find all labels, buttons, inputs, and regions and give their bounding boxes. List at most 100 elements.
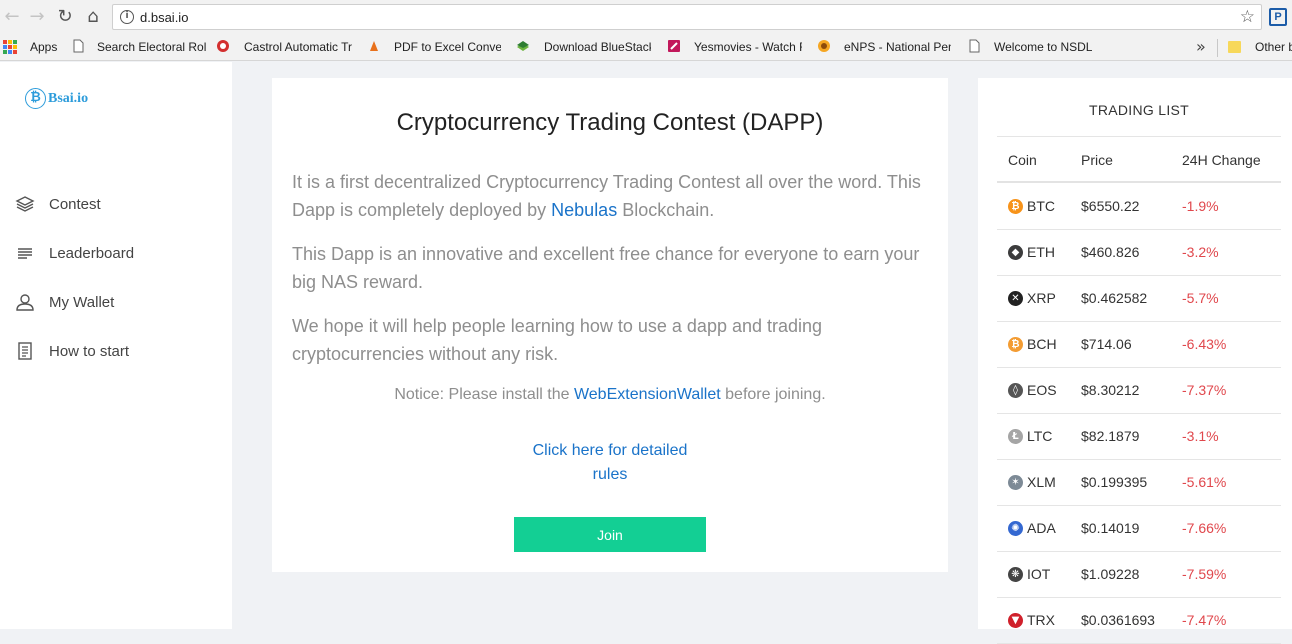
table-row[interactable]: ◊ EOS $8.30212 -7.37% [997,368,1281,414]
column-header-change: 24H Change [1182,152,1261,168]
bookmark-castrol[interactable]: Castrol Automatic Tr [244,40,352,54]
coin-symbol: LTC [1027,428,1053,444]
column-header-coin: Coin [1008,152,1037,168]
notice-prefix: Notice: Please install the [394,386,574,403]
bookmark-yesmovies[interactable]: Yesmovies - Watch F [694,40,802,54]
table-row[interactable]: ❋ IOT $1.09228 -7.59% [997,552,1281,598]
yesmovies-icon [668,40,680,52]
bookmarks-bar: Apps Search Electoral Roll Castrol Autom… [0,34,1292,61]
trading-list-title: TRADING LIST [1088,102,1190,118]
table-row[interactable]: Ł LTC $82.1879 -3.1% [997,414,1281,460]
bookmark-pdf-excel[interactable]: PDF to Excel Conver [394,40,501,54]
bookmark-enps[interactable]: eNPS - National Pen [844,40,951,54]
table-row[interactable]: ✺ ADA $0.14019 -7.66% [997,506,1281,552]
sidebar-item-my-wallet[interactable]: My Wallet [14,289,214,315]
stellar-icon: ✶ [1008,475,1023,490]
coin-change: -7.37% [1182,382,1227,398]
logo-text: Bsai.io [48,90,89,106]
coin-symbol: BCH [1027,336,1057,352]
nebulas-link[interactable]: Nebulas [551,200,617,220]
coin-symbol: ETH [1027,244,1055,260]
iota-icon: ❋ [1008,567,1023,582]
coin-change: -6.43% [1182,336,1227,352]
bookmark-other[interactable]: Other b [1255,40,1292,54]
coin-symbol: BTC [1027,198,1055,214]
pdf-icon [370,41,378,51]
notice-text: Notice: Please install the WebExtensionW… [272,386,948,404]
coin-price: $0.14019 [1081,520,1140,536]
sidebar: ₿ Bsai.io Contest Leaderboard My Wallet … [0,62,232,629]
extension-icon[interactable]: P [1269,8,1287,26]
table-row[interactable]: ₿ BTC $6550.22 -1.9% [997,184,1281,230]
coin-symbol: TRX [1027,612,1055,628]
back-icon[interactable]: ← [2,7,22,27]
sidebar-item-label: How to start [49,342,130,360]
coin-symbol: XLM [1027,474,1056,490]
join-button[interactable]: Join [514,517,706,552]
coin-price: $714.06 [1081,336,1132,352]
info-icon[interactable]: i [120,10,134,24]
sidebar-item-leaderboard[interactable]: Leaderboard [14,240,214,266]
bookmark-apps[interactable]: Apps [30,40,57,54]
coin-symbol: XRP [1027,290,1056,306]
sidebar-item-label: Leaderboard [49,244,135,262]
page-icon [969,39,980,53]
url-text[interactable]: d.bsai.io [140,10,188,25]
litecoin-icon: Ł [1008,429,1023,444]
coin-price: $0.199395 [1081,474,1148,490]
apps-grid-icon [3,40,17,54]
sidebar-item-contest[interactable]: Contest [14,191,214,217]
page-title: Cryptocurrency Trading Contest (DAPP) [396,109,824,136]
user-icon [16,294,34,311]
bookmark-electoral-roll[interactable]: Search Electoral Roll [97,40,207,54]
coin-change: -3.1% [1182,428,1219,444]
bookmark-nsdl[interactable]: Welcome to NSDL [994,40,1092,54]
hope-paragraph: We hope it will help people learning how… [292,316,823,364]
coin-price: $8.30212 [1081,382,1140,398]
coin-symbol: ADA [1027,520,1056,536]
coin-price: $82.1879 [1081,428,1140,444]
eos-icon: ◊ [1008,383,1023,398]
bitcoin-logo-icon: ₿ [25,88,46,109]
document-icon [18,342,32,360]
forward-icon[interactable]: → [27,7,47,27]
coin-symbol: IOT [1027,566,1051,582]
folder-icon [1228,41,1241,53]
coin-change: -5.7% [1182,290,1219,306]
coin-change: -7.47% [1182,612,1227,628]
coin-price: $460.826 [1081,244,1140,260]
coin-price: $1.09228 [1081,566,1140,582]
detailed-rules-link[interactable]: Click here for detailed rules [520,439,700,487]
coin-change: -7.59% [1182,566,1227,582]
table-row[interactable]: ₿ BCH $714.06 -6.43% [997,322,1281,368]
sidebar-item-label: My Wallet [49,293,115,311]
trading-list-panel: TRADING LIST Coin Price 24H Change ₿ BTC $… [978,78,1292,644]
reload-icon[interactable]: ↻ [55,7,75,27]
bitcoin-icon: ₿ [1008,199,1023,214]
description-paragraph: This Dapp is an innovative and excellent… [292,244,920,292]
coin-change: -3.2% [1182,244,1219,260]
notice-suffix: before joining. [720,386,826,403]
tron-icon: ▼ [1008,613,1023,628]
bookmark-star-icon[interactable]: ☆ [1240,7,1255,27]
logo[interactable]: ₿ Bsai.io [25,88,88,109]
browser-toolbar: ← → ↻ ⌂ i d.bsai.io ☆ P [0,0,1292,34]
table-row[interactable]: ✕ XRP $0.462582 -5.7% [997,276,1281,322]
ripple-icon: ✕ [1008,291,1023,306]
contest-card: Cryptocurrency Trading Contest (DAPP) It… [272,78,948,572]
table-row[interactable]: ✶ XLM $0.199395 -5.61% [997,460,1281,506]
coin-change: -5.61% [1182,474,1227,490]
coin-change: -1.9% [1182,198,1219,214]
divider [1217,39,1218,57]
table-row[interactable]: ▼ TRX $0.0361693 -7.47% [997,598,1281,644]
bluestacks-icon [517,41,529,51]
sidebar-item-how-to-start[interactable]: How to start [14,338,214,364]
coin-symbol: EOS [1027,382,1057,398]
table-row[interactable]: ◆ ETH $460.826 -3.2% [997,230,1281,276]
address-bar[interactable]: i d.bsai.io ☆ [112,4,1262,30]
home-icon[interactable]: ⌂ [83,7,103,27]
enps-icon [818,40,830,52]
bookmark-bluestacks[interactable]: Download BlueStack [544,40,651,54]
web-extension-wallet-link[interactable]: WebExtensionWallet [574,386,721,403]
bookmarks-overflow-icon[interactable]: » [1196,37,1206,56]
